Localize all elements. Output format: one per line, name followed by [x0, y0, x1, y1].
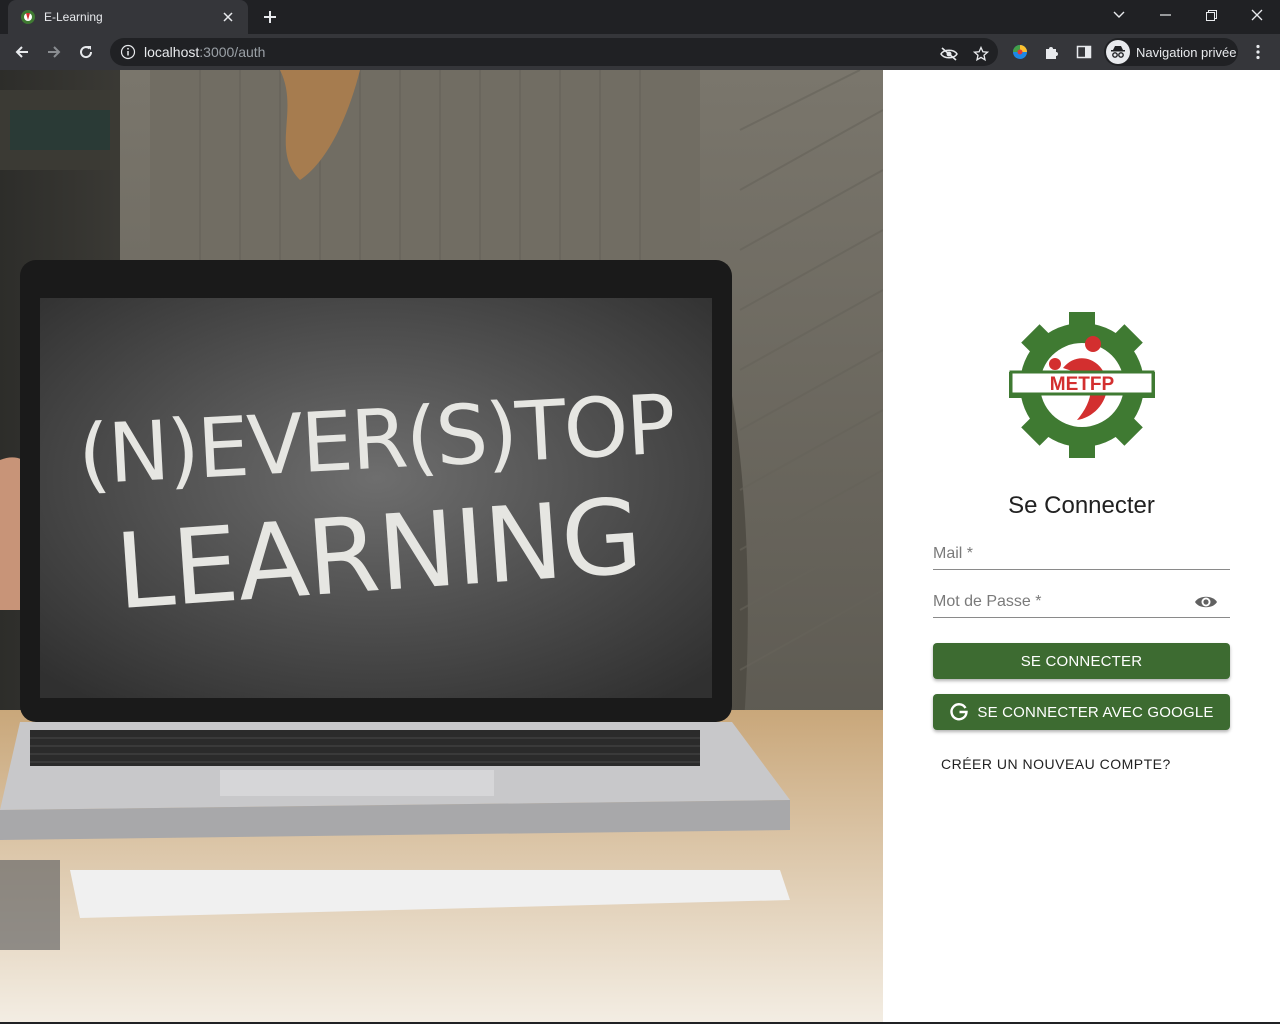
incognito-label: Navigation privée	[1136, 44, 1237, 60]
side-panel-icon[interactable]	[1072, 40, 1096, 64]
hero-image: (N)EVER(S)TOP LEARNING	[0, 70, 883, 1022]
reload-icon[interactable]	[72, 38, 100, 66]
google-login-button[interactable]: SE CONNECTER AVEC GOOGLE	[933, 694, 1230, 730]
minimize-icon[interactable]	[1142, 0, 1188, 30]
login-panel: METFP Se Connecter Mail * Mot de Passe *…	[883, 70, 1280, 1022]
url-host: localhost	[144, 44, 200, 60]
site-info-icon[interactable]	[120, 44, 136, 60]
incognito-icon	[1106, 40, 1130, 64]
google-icon	[950, 703, 969, 721]
extension-colorful-icon[interactable]	[1008, 40, 1032, 64]
page-content: (N)EVER(S)TOP LEARNING METFP Se Connecte…	[0, 70, 1280, 1022]
address-bar[interactable]: localhost:3000/auth	[110, 38, 998, 66]
browser-window: E-Learning localhost:3000/auth Navigati…	[0, 0, 1280, 1024]
metfp-logo: METFP	[1009, 312, 1155, 458]
incognito-profile-button[interactable]: Navigation privée	[1104, 38, 1238, 66]
bookmark-star-icon[interactable]	[969, 42, 993, 66]
tab-title: E-Learning	[44, 10, 103, 24]
more-menu-icon[interactable]	[1246, 40, 1270, 64]
password-label: Mot de Passe *	[933, 593, 1042, 610]
back-icon[interactable]	[8, 38, 36, 66]
close-window-icon[interactable]	[1234, 0, 1280, 30]
email-field[interactable]: Mail *	[933, 540, 1230, 570]
google-login-label: SE CONNECTER AVEC GOOGLE	[977, 703, 1214, 721]
login-button[interactable]: SE CONNECTER	[933, 643, 1230, 679]
email-label: Mail *	[933, 545, 974, 562]
create-account-link[interactable]: CRÉER UN NOUVEAU COMPTE?	[941, 756, 1171, 772]
new-tab-icon[interactable]	[258, 5, 282, 29]
tab-e-learning[interactable]: E-Learning	[8, 0, 248, 34]
password-field[interactable]: Mot de Passe *	[933, 588, 1230, 618]
logo-text: METFP	[1050, 374, 1115, 395]
restore-icon[interactable]	[1188, 0, 1234, 30]
login-button-label: SE CONNECTER	[1020, 652, 1143, 670]
show-password-icon[interactable]	[1194, 594, 1218, 610]
tab-search-icon[interactable]	[1096, 0, 1142, 30]
favicon-icon	[21, 10, 35, 24]
browser-toolbar: localhost:3000/auth Navigation privée	[0, 34, 1280, 70]
extensions-puzzle-icon[interactable]	[1040, 40, 1064, 64]
tab-close-icon[interactable]	[218, 7, 238, 27]
forward-icon[interactable]	[40, 38, 68, 66]
url-path: :3000/auth	[199, 44, 266, 60]
tab-strip: E-Learning	[0, 0, 1280, 34]
eye-off-icon[interactable]	[937, 42, 961, 66]
page-title: Se Connecter	[1008, 492, 1155, 519]
